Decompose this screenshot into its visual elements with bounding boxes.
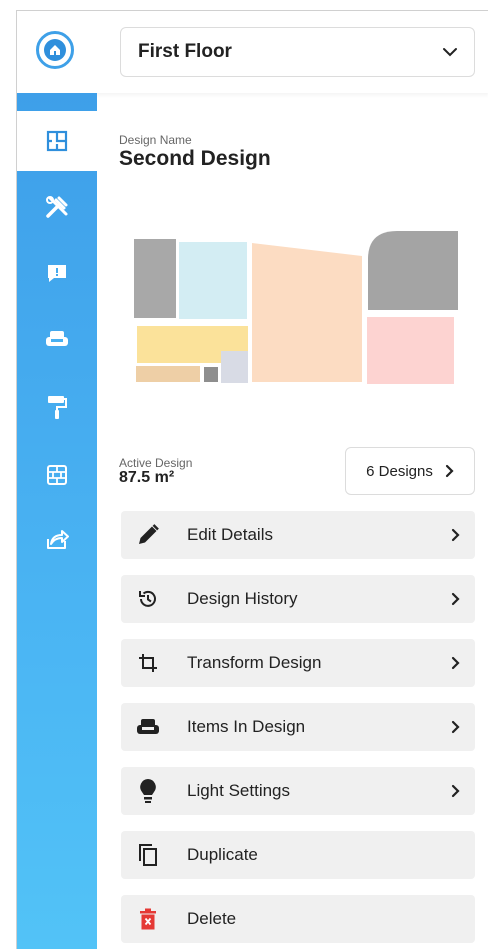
floorplan-icon bbox=[46, 130, 68, 152]
sidebar-item-furniture[interactable] bbox=[17, 309, 97, 369]
sidebar-item-tools[interactable] bbox=[17, 177, 97, 237]
edit-details-button[interactable]: Edit Details bbox=[121, 511, 475, 559]
floor-selector-value: First Floor bbox=[138, 41, 232, 62]
logo-house-icon bbox=[44, 39, 66, 61]
sidebar-item-comments[interactable] bbox=[17, 243, 97, 303]
header: First Floor bbox=[17, 11, 488, 93]
designs-button-label: 6 Designs bbox=[366, 462, 433, 480]
wall-bricks-icon bbox=[47, 465, 67, 485]
floor-selector[interactable]: First Floor bbox=[120, 27, 475, 77]
room-tan bbox=[136, 366, 200, 382]
transform-design-button[interactable]: Transform Design bbox=[121, 639, 475, 687]
crop-icon bbox=[139, 654, 157, 672]
edit-details-label: Edit Details bbox=[187, 525, 273, 544]
items-in-design-button[interactable]: Items In Design bbox=[121, 703, 475, 751]
transform-design-label: Transform Design bbox=[187, 653, 322, 672]
room-dark-left bbox=[134, 239, 176, 318]
chevron-right-icon bbox=[451, 784, 460, 798]
comment-icon bbox=[48, 265, 66, 282]
chevron-right-icon bbox=[451, 720, 460, 734]
bulb-icon bbox=[140, 779, 156, 803]
design-history-button[interactable]: Design History bbox=[121, 575, 475, 623]
chevron-right-icon bbox=[451, 528, 460, 542]
room-grey-light bbox=[221, 351, 248, 383]
sidebar bbox=[17, 93, 97, 949]
sidebar-item-walls[interactable] bbox=[17, 445, 97, 505]
duplicate-button[interactable]: Duplicate bbox=[121, 831, 475, 879]
room-dark-right bbox=[368, 231, 458, 310]
items-in-design-label: Items In Design bbox=[187, 717, 306, 736]
app-frame: First Floor Design Name Second Design Ac… bbox=[16, 10, 488, 949]
tools-icon bbox=[46, 196, 68, 218]
design-name: Second Design bbox=[119, 147, 271, 170]
chevron-right-icon bbox=[451, 656, 460, 670]
room-light-blue bbox=[179, 242, 247, 319]
light-settings-button[interactable]: Light Settings bbox=[121, 767, 475, 815]
design-history-label: Design History bbox=[187, 589, 298, 608]
chevron-down-icon bbox=[443, 48, 457, 57]
room-peach bbox=[252, 243, 362, 382]
design-area: 87.5 m² bbox=[119, 469, 175, 486]
chevron-right-icon bbox=[451, 592, 460, 606]
designs-button[interactable]: 6 Designs bbox=[345, 447, 475, 495]
floorplan-thumbnail[interactable] bbox=[129, 231, 462, 384]
light-settings-label: Light Settings bbox=[187, 781, 291, 800]
sidebar-item-share[interactable] bbox=[17, 509, 97, 569]
delete-label: Delete bbox=[187, 909, 237, 928]
paint-roller-icon bbox=[48, 396, 67, 419]
delete-button[interactable]: Delete bbox=[121, 895, 475, 943]
app-logo[interactable] bbox=[36, 31, 74, 69]
room-pink bbox=[367, 317, 454, 384]
sofa-icon bbox=[46, 331, 68, 346]
duplicate-label: Duplicate bbox=[187, 845, 258, 864]
room-small-dark bbox=[204, 367, 218, 382]
history-icon bbox=[139, 590, 156, 607]
share-icon bbox=[47, 530, 69, 549]
sofa-icon bbox=[137, 719, 159, 734]
pencil-icon bbox=[139, 524, 159, 544]
design-panel: Design Name Second Design Active Design … bbox=[97, 93, 488, 949]
sidebar-item-floorplan[interactable] bbox=[17, 111, 97, 171]
chevron-right-icon bbox=[445, 464, 454, 478]
design-name-label: Design Name bbox=[119, 133, 192, 147]
active-design-label: Active Design bbox=[119, 456, 193, 470]
sidebar-item-paint[interactable] bbox=[17, 377, 97, 437]
trash-icon bbox=[140, 908, 156, 930]
duplicate-icon bbox=[139, 844, 157, 866]
